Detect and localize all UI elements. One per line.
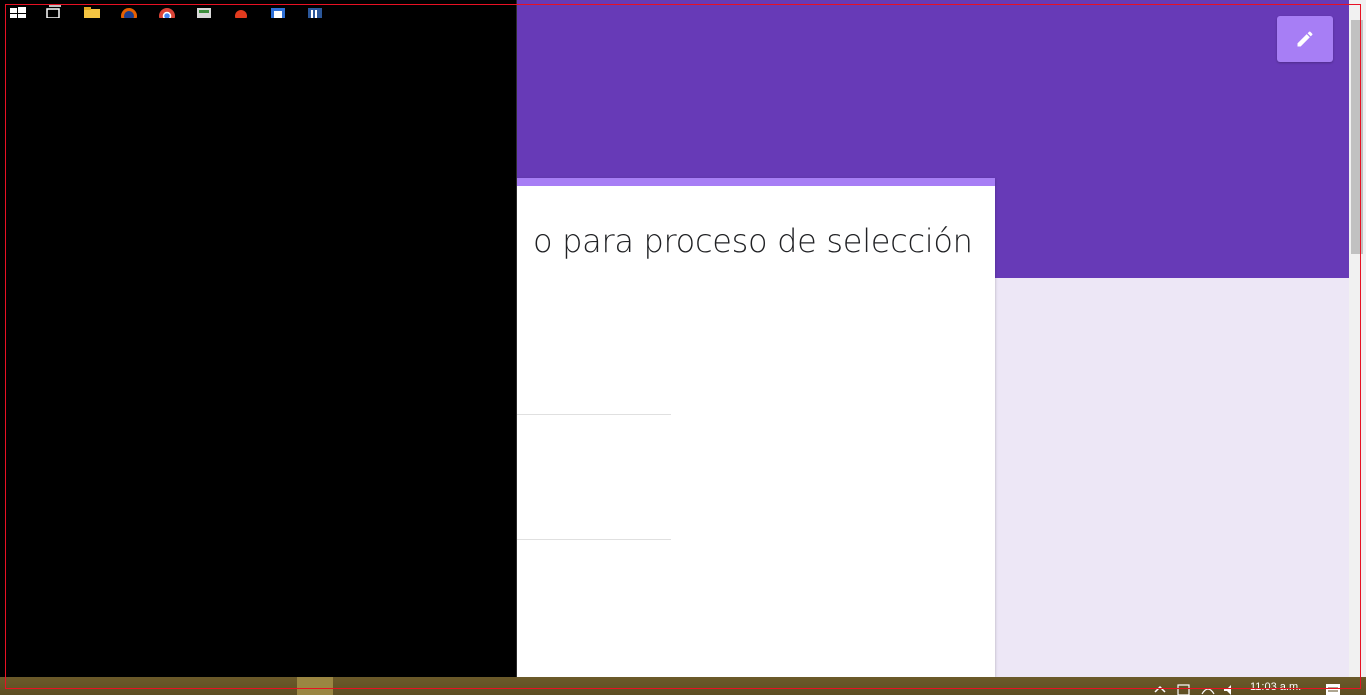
edit-button[interactable]: [1277, 16, 1333, 62]
firefox-icon[interactable]: [120, 4, 138, 18]
pencil-icon: [1297, 31, 1313, 47]
overlay-edge: [516, 0, 517, 677]
black-window-overlay: [0, 0, 517, 677]
task-view-icon[interactable]: [45, 4, 63, 18]
chrome-icon[interactable]: [158, 4, 176, 18]
tray-arrow-icon[interactable]: [1153, 682, 1167, 695]
volume-icon[interactable]: [1222, 682, 1238, 695]
form-divider: [490, 539, 671, 540]
form-title: o para proceso de selección: [533, 222, 973, 260]
active-taskbar-app[interactable]: [297, 677, 333, 695]
wifi-icon[interactable]: [1200, 682, 1216, 695]
file-explorer-icon[interactable]: [83, 4, 101, 18]
battery-icon[interactable]: [1176, 682, 1192, 695]
windows-start-icon[interactable]: [9, 4, 27, 18]
notifications-icon[interactable]: [1324, 682, 1342, 695]
app-icon[interactable]: [269, 4, 287, 18]
taskbar-clock[interactable]: 11:03 a.m.: [1250, 681, 1301, 693]
app-icon[interactable]: [306, 4, 324, 18]
scrollbar-thumb[interactable]: [1351, 20, 1363, 254]
app-icon[interactable]: [195, 4, 213, 18]
app-icon[interactable]: [232, 4, 250, 18]
form-divider: [490, 414, 671, 415]
